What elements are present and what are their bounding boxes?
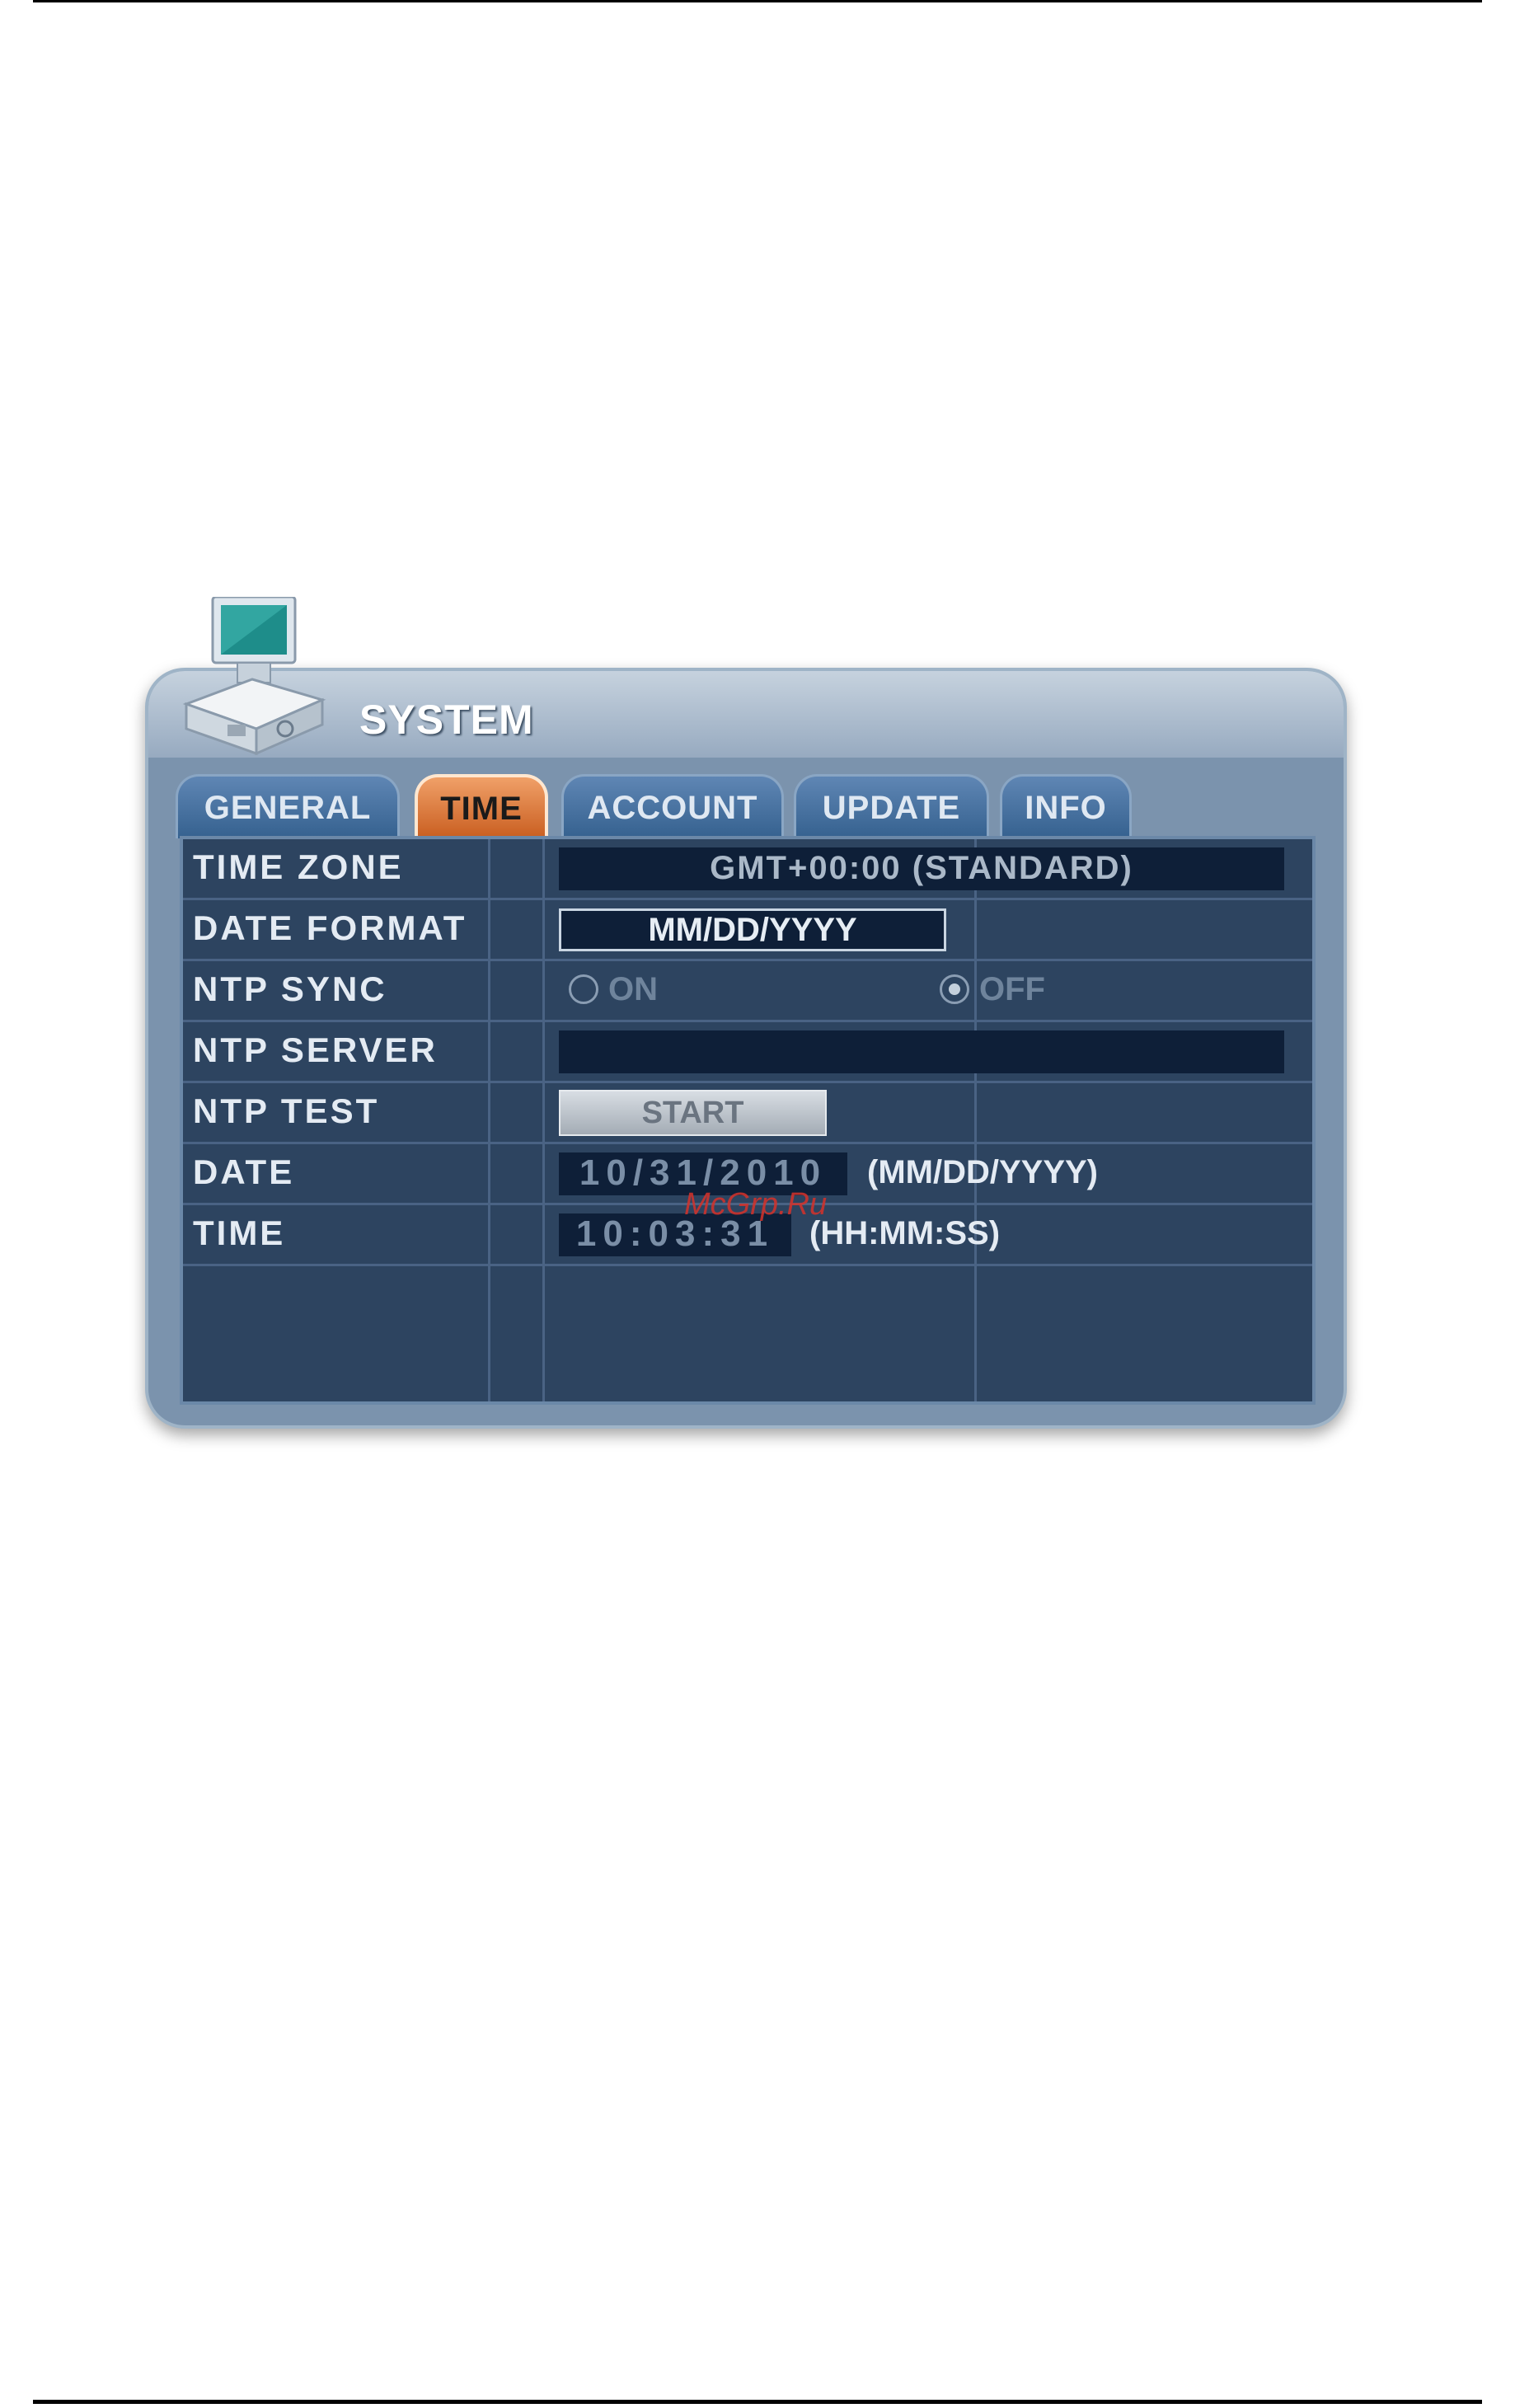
tab-general[interactable]: GENERAL (176, 774, 400, 838)
row-ntp-test: NTP TEST START (183, 1083, 1312, 1144)
ntp-test-label: NTP TEST (193, 1091, 380, 1130)
time-format-hint: (HH:MM:SS) (809, 1215, 1001, 1251)
page-top-rule (33, 0, 1482, 2)
row-ntp-server: NTP SERVER (183, 1022, 1312, 1083)
ntp-server-label: NTP SERVER (193, 1030, 438, 1069)
settings-panel: TIME ZONE GMT+00:00 (STANDARD) DATE FORM… (180, 836, 1316, 1405)
row-time-zone: TIME ZONE GMT+00:00 (STANDARD) (183, 839, 1312, 900)
ntp-sync-off-radio[interactable] (940, 974, 969, 1004)
ntp-server-input[interactable] (559, 1030, 1284, 1073)
page-bottom-rule (33, 2400, 1482, 2404)
tab-update[interactable]: UPDATE (794, 774, 989, 838)
watermark: McGrp.Ru (684, 1187, 828, 1222)
ntp-sync-label: NTP SYNC (193, 969, 387, 1008)
time-zone-select[interactable]: GMT+00:00 (STANDARD) (559, 847, 1284, 890)
tab-account[interactable]: ACCOUNT (561, 774, 784, 838)
date-format-label: DATE FORMAT (193, 908, 467, 947)
date-format-hint: (MM/DD/YYYY) (867, 1154, 1098, 1190)
tab-time[interactable]: TIME (415, 774, 548, 838)
tab-info[interactable]: INFO (1000, 774, 1132, 838)
ntp-sync-off-label: OFF (979, 971, 1045, 1007)
row-ntp-sync: NTP SYNC ON OFF (183, 961, 1312, 1022)
title-bar: SYSTEM (148, 671, 1344, 758)
system-window: SYSTEM GENERAL TIME ACCOUNT UPDATE INFO … (145, 597, 1347, 1429)
time-zone-label: TIME ZONE (193, 847, 404, 886)
dvr-computer-icon (182, 597, 326, 756)
time-label: TIME (193, 1213, 286, 1252)
date-format-select[interactable]: MM/DD/YYYY (559, 908, 946, 951)
ntp-test-start-button[interactable]: START (559, 1090, 827, 1136)
window-title: SYSTEM (359, 697, 534, 743)
ntp-sync-on-radio[interactable] (569, 974, 598, 1004)
date-label: DATE (193, 1152, 295, 1191)
row-date-format: DATE FORMAT MM/DD/YYYY (183, 900, 1312, 961)
ntp-sync-on-label: ON (608, 971, 658, 1007)
